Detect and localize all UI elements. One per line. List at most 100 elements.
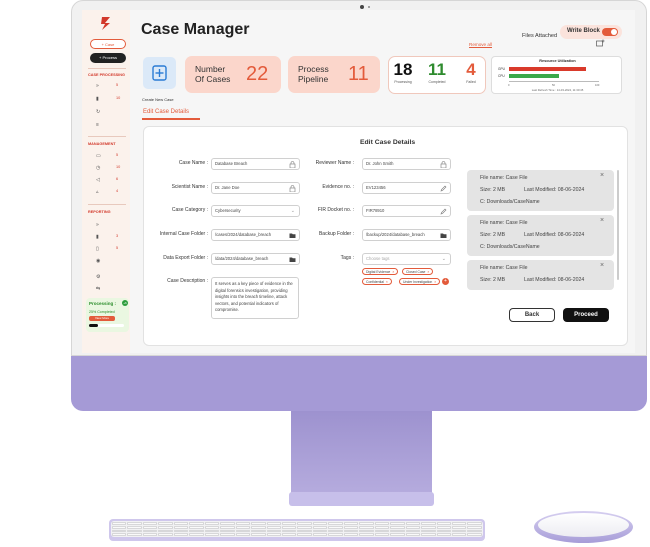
case-name-field[interactable]: Database Breach bbox=[211, 158, 300, 170]
keyboard-key bbox=[405, 525, 421, 529]
export-folder-field[interactable]: /data/2024/database_breach bbox=[211, 253, 300, 265]
bookmark-icon: ▮ bbox=[96, 234, 99, 240]
file-size: Size: 2 MB bbox=[480, 187, 506, 193]
mouse bbox=[534, 511, 633, 543]
camera bbox=[360, 5, 364, 9]
sidebar-item-sync[interactable]: ⇆ bbox=[96, 286, 122, 292]
view-more-button[interactable]: View More bbox=[89, 316, 115, 321]
new-process-button[interactable]: + Process bbox=[90, 53, 126, 63]
keyboard-key bbox=[359, 529, 374, 533]
section-management: MANAGEMENT bbox=[88, 142, 116, 146]
files-scrollbar[interactable] bbox=[617, 170, 619, 280]
tag-chip[interactable]: Digital Evidence × bbox=[362, 268, 399, 275]
folder-icon[interactable] bbox=[440, 232, 447, 239]
toggle-switch[interactable] bbox=[602, 28, 618, 36]
keyboard-key bbox=[204, 525, 220, 529]
sidebar-item-files[interactable]: ▮ 10 bbox=[96, 96, 122, 102]
processing-stat-label: Processing bbox=[394, 80, 412, 84]
sidebar-item-settings[interactable]: ⚙ bbox=[96, 274, 122, 280]
backup-folder-field[interactable]: /backup/2024/database_breach bbox=[362, 229, 451, 241]
attach-file-icon[interactable] bbox=[596, 39, 605, 47]
close-icon[interactable]: × bbox=[600, 217, 604, 224]
back-button[interactable]: Back bbox=[509, 308, 555, 322]
section-reporting: REPORTING bbox=[88, 210, 111, 214]
sidebar-item-view[interactable]: ◉ bbox=[96, 258, 122, 264]
sidebar-item-database[interactable]: ≡ bbox=[96, 122, 122, 128]
new-case-button[interactable]: + Case bbox=[90, 39, 126, 49]
keyboard-key bbox=[266, 529, 281, 533]
close-icon[interactable]: × bbox=[434, 280, 436, 284]
keyboard-key bbox=[328, 522, 343, 525]
file-modified: Last Modified: 08-06-2024 bbox=[524, 232, 585, 238]
keyboard-key bbox=[281, 525, 297, 529]
keyboard-key bbox=[297, 525, 312, 529]
close-icon[interactable]: × bbox=[600, 262, 604, 269]
proceed-button[interactable]: Proceed bbox=[563, 308, 609, 322]
close-icon[interactable]: × bbox=[386, 280, 388, 284]
pipeline-label-line1: Process bbox=[298, 64, 329, 74]
keyboard-key bbox=[204, 529, 220, 533]
sidebar-item-history[interactable]: ◷ 10 bbox=[96, 165, 122, 171]
file-icon: ▮ bbox=[96, 96, 99, 102]
write-block-toggle[interactable]: Write Block bbox=[560, 25, 622, 39]
internal-folder-field[interactable]: /cases/2024/database_breach bbox=[211, 229, 300, 241]
sidebar-item-queue[interactable]: » 5 bbox=[96, 83, 122, 89]
pencil-icon[interactable] bbox=[440, 208, 447, 215]
keyboard-key bbox=[266, 525, 281, 529]
camera-sensor bbox=[368, 6, 370, 8]
keyboard-key bbox=[297, 529, 312, 533]
completed-count: 11 bbox=[428, 60, 446, 79]
keyboard-key bbox=[374, 522, 390, 525]
case-category-select[interactable]: Cybersecurity ⌄ bbox=[211, 205, 300, 217]
add-tag-button[interactable]: + bbox=[442, 278, 449, 285]
file-card: File name: Case File Size: 2 MB Last Mod… bbox=[467, 170, 614, 211]
close-icon[interactable]: × bbox=[392, 270, 394, 274]
processing-percent: 25% Completed bbox=[89, 310, 115, 314]
keyboard-key bbox=[451, 533, 467, 536]
keyboard-key bbox=[204, 533, 220, 536]
close-icon[interactable]: × bbox=[600, 172, 604, 179]
tag-chip[interactable]: Under Investigation × bbox=[399, 278, 441, 285]
tags-select[interactable]: Choose tags ⌄ bbox=[362, 253, 451, 265]
description-textarea[interactable]: It serves as a key piece of evidence in … bbox=[211, 277, 299, 319]
tag-chip[interactable]: Confidential × bbox=[362, 278, 392, 285]
sidebar-item-refresh[interactable]: ↻ bbox=[96, 109, 122, 115]
export-folder-label: Data Export Folder : bbox=[163, 255, 208, 261]
sidebar-item-alerts[interactable]: ◁ 6 bbox=[96, 177, 122, 183]
processing-panel: Processing : +6 25% Completed View More bbox=[86, 298, 129, 332]
create-case-button[interactable] bbox=[143, 57, 176, 89]
keyboard-key bbox=[451, 525, 467, 529]
reviewer-name-field[interactable]: Dr. John Smith bbox=[362, 158, 451, 170]
keyboard-key bbox=[173, 525, 189, 529]
scientist-name-field[interactable]: Dr. Jane Doe bbox=[211, 182, 300, 194]
keyboard-key bbox=[328, 533, 343, 536]
monitor-chin bbox=[71, 356, 647, 411]
sidebar-item-reports[interactable]: » bbox=[96, 222, 122, 228]
sidebar-item-approvals[interactable]: ▵ 4 bbox=[96, 189, 122, 195]
sidebar-item-folders[interactable]: ▭ 5 bbox=[96, 153, 122, 159]
keyboard-key bbox=[281, 529, 297, 533]
pipeline-value: 11 bbox=[348, 63, 369, 85]
keyboard-key bbox=[312, 529, 328, 533]
keyboard-key bbox=[359, 522, 374, 525]
processing-stat: 18 Processing bbox=[391, 60, 415, 84]
keyboard-key bbox=[421, 525, 436, 529]
keyboard-key bbox=[112, 525, 127, 529]
pencil-icon[interactable] bbox=[440, 185, 447, 192]
tab-edit-case-details[interactable]: Edit Case Details bbox=[143, 109, 189, 115]
remove-all-link[interactable]: Remove all bbox=[469, 42, 492, 47]
tag-chip[interactable]: Closed Case × bbox=[402, 268, 434, 275]
keyboard-key bbox=[436, 525, 451, 529]
close-icon[interactable]: × bbox=[427, 270, 429, 274]
keyboard-key bbox=[127, 525, 142, 529]
evidence-number-field[interactable]: EV123456 bbox=[362, 182, 451, 194]
keyboard-key bbox=[204, 522, 220, 525]
fir-docket-field[interactable]: FIR78910 bbox=[362, 205, 451, 217]
keyboard-key bbox=[220, 525, 235, 529]
eye-icon: ◉ bbox=[96, 258, 101, 264]
sidebar-item-documents[interactable]: ▯ 5 bbox=[96, 246, 122, 252]
keyboard-key bbox=[142, 533, 158, 536]
keyboard-key bbox=[142, 529, 158, 533]
keyboard-key bbox=[189, 533, 204, 536]
sidebar-item-bookmarks[interactable]: ▮ 3 bbox=[96, 234, 122, 240]
